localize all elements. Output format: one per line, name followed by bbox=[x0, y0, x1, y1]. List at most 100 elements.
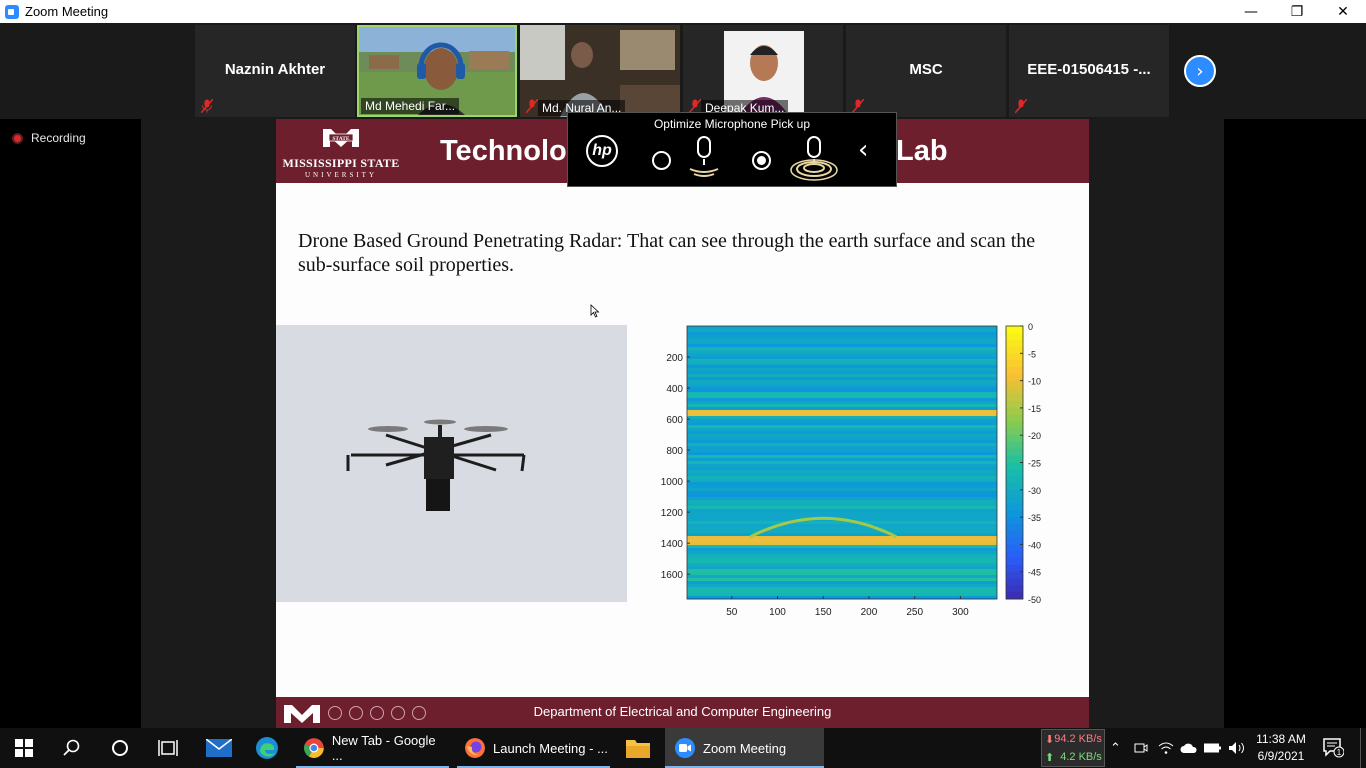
colorbar-segment bbox=[1006, 387, 1023, 395]
radargram-band bbox=[687, 530, 997, 534]
colorbar-segment bbox=[1006, 510, 1023, 518]
radargram-band bbox=[687, 329, 997, 333]
x-tick-label: 150 bbox=[815, 607, 832, 618]
mic-focused-radio[interactable] bbox=[652, 151, 671, 170]
meet-now-icon[interactable] bbox=[1134, 728, 1148, 768]
radargram-band bbox=[687, 368, 997, 372]
x-tick-label: 100 bbox=[769, 607, 786, 618]
radargram-band bbox=[687, 584, 997, 588]
x-tick-label: 250 bbox=[906, 607, 923, 618]
microphone-surround-icon[interactable] bbox=[790, 135, 838, 181]
cortana-icon bbox=[112, 740, 128, 756]
mic-muted-icon bbox=[201, 99, 213, 113]
colorbar-segment bbox=[1006, 428, 1023, 436]
radargram-band bbox=[687, 503, 997, 507]
restore-button[interactable]: ❐ bbox=[1274, 0, 1320, 23]
file-explorer-button[interactable] bbox=[614, 728, 662, 768]
participant-name: EEE-01506415 -... bbox=[1027, 61, 1151, 78]
next-page-button[interactable]: › bbox=[1184, 55, 1216, 87]
footer-text: Department of Electrical and Computer En… bbox=[533, 704, 832, 719]
radargram-band bbox=[687, 455, 997, 459]
upload-arrow-icon: ⬆ bbox=[1045, 751, 1055, 764]
y-tick-label: 400 bbox=[666, 384, 683, 395]
wifi-icon[interactable] bbox=[1158, 728, 1174, 768]
radargram-band bbox=[687, 338, 997, 342]
colorbar-segment bbox=[1006, 462, 1023, 470]
colorbar-segment bbox=[1006, 489, 1023, 498]
task-view-icon bbox=[158, 740, 178, 756]
task-view-button[interactable] bbox=[144, 728, 192, 768]
participant-tile[interactable]: Naznin Akhter bbox=[195, 25, 355, 117]
close-button[interactable]: ✕ bbox=[1320, 0, 1366, 23]
colorbar-tick-label: -50 bbox=[1028, 595, 1041, 605]
radargram-band bbox=[687, 593, 997, 597]
radargram-band bbox=[687, 404, 997, 408]
colorbar-segment bbox=[1006, 476, 1023, 484]
radargram-band bbox=[687, 422, 997, 426]
search-button[interactable] bbox=[48, 728, 96, 768]
taskbar-app-chrome[interactable]: New Tab - Google ... bbox=[296, 728, 449, 768]
radargram-band bbox=[687, 380, 997, 384]
radargram-band bbox=[687, 392, 997, 396]
colorbar-tick-label: -35 bbox=[1028, 513, 1041, 523]
colorbar-tick-label: 0 bbox=[1028, 322, 1033, 332]
taskbar-app-label: Launch Meeting - ... bbox=[493, 740, 608, 756]
colorbar-segment bbox=[1006, 448, 1023, 457]
participant-tile[interactable]: Md. Nural An... bbox=[520, 25, 680, 117]
presentation-slide: STATE MISSISSIPPI STATE UNIVERSITY Techn… bbox=[276, 119, 1089, 728]
edge-button[interactable] bbox=[243, 728, 291, 768]
radargram-band bbox=[687, 566, 997, 570]
participant-tile[interactable]: EEE-01506415 -... bbox=[1009, 25, 1169, 117]
volume-icon[interactable] bbox=[1228, 728, 1246, 768]
colorbar-segment bbox=[1006, 380, 1023, 388]
colorbar-segment bbox=[1006, 585, 1023, 593]
colorbar-segment bbox=[1006, 523, 1023, 532]
windows-taskbar: New Tab - Google ... Launch Meeting - ..… bbox=[0, 728, 1366, 768]
radargram-band bbox=[687, 413, 997, 417]
colorbar-segment bbox=[1006, 503, 1023, 511]
show-hidden-icons-button[interactable]: ⌃ bbox=[1110, 728, 1121, 768]
cortana-button[interactable] bbox=[96, 728, 144, 768]
chevron-left-icon[interactable]: ‹ bbox=[858, 135, 868, 165]
radargram-band bbox=[687, 389, 997, 393]
radargram-band bbox=[687, 326, 997, 330]
colorbar-segment bbox=[1006, 482, 1023, 491]
radargram-band bbox=[687, 527, 997, 531]
participant-tile-active-speaker[interactable]: Md Mehedi Far... bbox=[357, 25, 517, 117]
radargram-band bbox=[687, 575, 997, 579]
radargram-band bbox=[687, 335, 997, 339]
taskbar-app-firefox[interactable]: Launch Meeting - ... bbox=[457, 728, 610, 768]
participant-gallery: Naznin Akhter Md Mehedi Far... Md. Nural… bbox=[0, 23, 1366, 119]
start-button[interactable] bbox=[0, 728, 48, 768]
radargram-band bbox=[687, 332, 997, 336]
radargram-band bbox=[687, 401, 997, 405]
mail-button[interactable] bbox=[195, 728, 243, 768]
radargram-band bbox=[687, 542, 997, 546]
microphone-focused-icon[interactable] bbox=[686, 135, 722, 179]
radargram-band bbox=[687, 524, 997, 528]
radargram-band bbox=[687, 506, 997, 510]
onedrive-icon[interactable] bbox=[1180, 728, 1198, 768]
participant-tile[interactable]: MSC bbox=[846, 25, 1006, 117]
colorbar-segment bbox=[1006, 339, 1023, 347]
radargram-band bbox=[687, 371, 997, 375]
radargram-band bbox=[687, 512, 997, 516]
taskbar-app-zoom[interactable]: Zoom Meeting bbox=[665, 728, 824, 768]
recording-indicator[interactable]: Recording bbox=[12, 131, 86, 145]
participant-tile[interactable]: Deepak Kum... bbox=[683, 25, 843, 117]
battery-icon[interactable] bbox=[1204, 728, 1222, 768]
radargram-band bbox=[687, 410, 997, 414]
windows-icon bbox=[15, 739, 33, 757]
window-title: Zoom Meeting bbox=[25, 4, 109, 19]
radargram-band bbox=[687, 551, 997, 555]
radargram-band bbox=[687, 515, 997, 519]
system-clock[interactable]: 11:38 AM 6/9/2021 bbox=[1250, 731, 1312, 765]
minimize-button[interactable]: — bbox=[1228, 0, 1274, 23]
y-tick-label: 200 bbox=[666, 353, 683, 364]
show-desktop-button[interactable] bbox=[1360, 728, 1366, 768]
colorbar-segment bbox=[1006, 366, 1023, 375]
colorbar-segment bbox=[1006, 373, 1023, 382]
mic-surround-radio[interactable] bbox=[752, 151, 771, 170]
action-center-icon[interactable]: 1 bbox=[1322, 736, 1344, 758]
title-bar: Zoom Meeting — ❐ ✕ bbox=[0, 0, 1366, 23]
